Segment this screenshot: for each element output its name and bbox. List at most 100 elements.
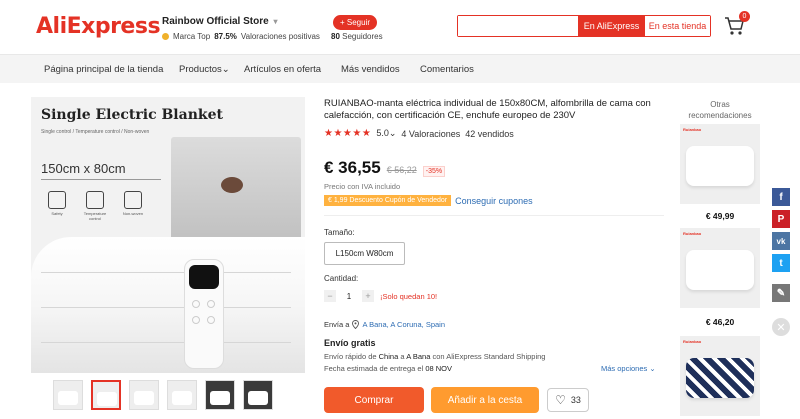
product-title: RUIANBAO-manta eléctrica individual de 1… <box>324 98 651 121</box>
more-shipping-options-link[interactable]: Más opciones ⌄ <box>601 364 656 373</box>
quantity-value[interactable]: 1 <box>342 292 356 301</box>
chevron-down-icon[interactable]: ⌄ <box>389 128 397 138</box>
blanket-image <box>31 237 305 373</box>
thumbnail[interactable] <box>205 380 235 410</box>
nav-products-label[interactable]: Productos <box>179 64 222 75</box>
ship-to-label: Envía a <box>324 320 350 329</box>
search-aliexpress-button[interactable]: En AliExpress <box>578 16 645 36</box>
recommendation-item[interactable]: Ruianbao <box>680 336 760 416</box>
reviews-link[interactable]: 4 Valoraciones <box>401 129 460 139</box>
search-input[interactable] <box>458 16 578 36</box>
recommendation-item[interactable]: Ruianbao <box>680 228 760 308</box>
twitter-icon[interactable]: t <box>772 254 790 272</box>
ship-to: Envía a A Bana, A Coruna, Spain <box>324 320 445 329</box>
controller-screen <box>189 265 219 289</box>
facebook-icon[interactable]: f <box>772 188 790 206</box>
blanket-seam <box>41 272 291 273</box>
thumbnail[interactable] <box>129 380 159 410</box>
aliexpress-logo[interactable]: AliExpress <box>36 14 161 39</box>
top-header: AliExpress Rainbow Official Store ▾ Marc… <box>0 0 800 54</box>
follow-button[interactable]: + Seguir <box>333 15 378 30</box>
ship-to-location-link[interactable]: A Bana, A Coruna, Spain <box>362 320 445 329</box>
thumbnail-active[interactable] <box>91 380 121 410</box>
coupon-row: € 1,99 Descuento Cupón de Vendedor Conse… <box>324 195 533 206</box>
controller-button <box>192 300 200 308</box>
original-price: € 56,22 <box>386 165 417 175</box>
nav-store-home[interactable]: Página principal de la tienda <box>44 64 163 75</box>
controller-button <box>207 300 215 308</box>
nav-reviews[interactable]: Comentarios <box>420 64 474 75</box>
shipping-mid: a <box>400 352 405 361</box>
pinterest-icon[interactable]: P <box>772 210 790 228</box>
chevron-down-icon[interactable]: ⌄ <box>222 64 230 75</box>
fabric-icon <box>124 191 142 209</box>
recommendation-brand: Ruianbao <box>683 231 702 236</box>
stock-warning: ¡Solo quedan 10! <box>380 291 438 301</box>
discount-badge: -35% <box>422 166 446 177</box>
image-subtitle: Single control / Temperature control / N… <box>41 129 150 135</box>
store-name[interactable]: Rainbow Official Store ▾ <box>162 16 277 27</box>
thumbnail[interactable] <box>243 380 273 410</box>
coupon-badge: € 1,99 Descuento Cupón de Vendedor <box>324 195 452 206</box>
temperature-label: Temperature control <box>83 211 107 221</box>
product-thumbnail <box>686 250 754 290</box>
nav-products[interactable]: Productos⌄ <box>179 64 230 75</box>
store-meta: Marca Top 87.5% Valoraciones positivas <box>162 32 320 41</box>
recommendation-brand: Ruianbao <box>683 339 702 344</box>
edit-icon[interactable]: ✎ <box>772 284 790 302</box>
vk-icon[interactable]: vk <box>772 232 790 250</box>
divider <box>324 215 664 216</box>
free-shipping-label: Envío gratis <box>324 338 376 348</box>
recommendation-price: € 46,20 <box>705 317 735 327</box>
star-rating-icon: ★★★★★ <box>324 128 372 139</box>
blanket-seam <box>41 342 291 343</box>
chevron-down-icon[interactable]: ▾ <box>273 17 277 26</box>
product-thumbnail <box>686 146 754 186</box>
temperature-feature: Temperature control <box>81 191 109 221</box>
quantity-decrease-button[interactable]: − <box>324 290 336 302</box>
close-icon[interactable]: ✕ <box>772 318 790 336</box>
store-name-text[interactable]: Rainbow Official Store <box>162 16 269 27</box>
image-title: Single Electric Blanket <box>41 107 223 123</box>
controller-image <box>184 259 224 369</box>
thumbnail[interactable] <box>53 380 83 410</box>
rating-percent: 87.5% <box>214 32 237 41</box>
quantity-increase-button[interactable]: + <box>362 290 374 302</box>
buy-now-button[interactable]: Comprar <box>324 387 424 413</box>
nav-offers[interactable]: Artículos en oferta <box>244 64 321 75</box>
add-to-cart-button[interactable]: Añadir a la cesta <box>431 387 539 413</box>
shield-icon <box>48 191 66 209</box>
medal-icon <box>162 33 169 40</box>
brand-label: Marca Top <box>173 32 211 41</box>
get-coupons-link[interactable]: Conseguir cupones <box>455 196 533 206</box>
vat-note: Precio con IVA incluido <box>324 182 401 191</box>
thumbnail-strip <box>53 380 273 410</box>
thumbnail[interactable] <box>167 380 197 410</box>
quantity-label: Cantidad: <box>324 274 359 283</box>
recommendation-item[interactable]: Ruianbao <box>680 124 760 204</box>
nav-best-sellers[interactable]: Más vendidos <box>341 64 400 75</box>
rating-text: Valoraciones positivas <box>240 32 320 41</box>
shipping-prefix: Envío rápido de <box>324 352 377 361</box>
controller-button <box>207 316 215 324</box>
image-divider <box>41 179 161 180</box>
rating-value[interactable]: 5.0⌄ <box>376 128 396 139</box>
sold-count: 42 vendidos <box>465 128 514 139</box>
store-nav: Página principal de la tienda Productos⌄… <box>0 54 800 83</box>
nonwoven-feature: Non-woven <box>119 191 147 216</box>
search-bar: En AliExpress En esta tienda <box>457 15 711 37</box>
rating-value-text[interactable]: 5.0 <box>376 128 389 138</box>
product-thumbnail <box>686 358 754 398</box>
shipping-detail: Envío rápido de China a A Bana con AliEx… <box>324 352 545 361</box>
size-option[interactable]: L150cm W80cm <box>324 242 405 265</box>
recommendations-title: Otras recomendaciones <box>688 100 752 120</box>
blanket-seam <box>41 307 291 308</box>
controller-button <box>192 316 200 324</box>
main-product-image[interactable]: Single Electric Blanket Single control /… <box>31 97 305 373</box>
location-pin-icon <box>352 320 360 329</box>
heart-icon[interactable]: ♡ <box>555 393 566 407</box>
current-price: € 36,55 <box>324 158 381 177</box>
ship-from: China <box>378 352 399 361</box>
wishlist-button[interactable]: ♡ 33 <box>547 388 589 412</box>
search-store-button[interactable]: En esta tienda <box>645 16 710 36</box>
